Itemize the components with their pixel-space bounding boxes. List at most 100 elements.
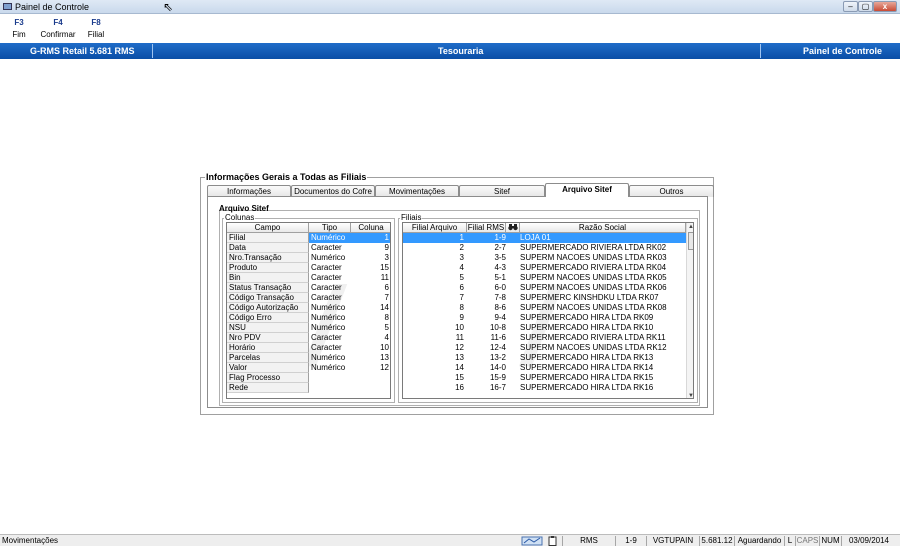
table-row[interactable]: 1 1-9 LOJA 01 bbox=[403, 233, 686, 243]
col-header-tipo[interactable]: Tipo bbox=[309, 223, 351, 233]
filial-rms-cell: 13-2 bbox=[489, 353, 506, 362]
campo-cell: Produto bbox=[227, 263, 309, 273]
table-row[interactable]: 9 9-4 SUPERMERCADO HIRA LTDA RK09 bbox=[403, 313, 686, 323]
f8-key-label: F8 bbox=[91, 18, 101, 27]
screen-name: Painel de Controle bbox=[803, 46, 883, 56]
tab-arquivo-sitef[interactable]: Arquivo Sitef bbox=[545, 183, 629, 197]
table-row[interactable]: 4 4-3 SUPERMERCADO RIVIERA LTDA RK04 bbox=[403, 263, 686, 273]
razao-social-cell: SUPERMERCADO HIRA LTDA RK15 bbox=[520, 373, 654, 382]
campo-cell: Nro PDV bbox=[227, 333, 309, 343]
tipo-cell: Numérico bbox=[311, 253, 346, 262]
campo-cell: Código Autorização bbox=[227, 303, 309, 313]
tipo-cell: Caracter bbox=[311, 273, 342, 282]
filial-arquivo-cell: 3 bbox=[459, 253, 464, 262]
campo-cell: Status Transação bbox=[227, 283, 309, 293]
clipboard-icon bbox=[545, 536, 559, 546]
status-module: RMS bbox=[562, 536, 615, 546]
table-row[interactable]: 5 5-1 SUPERM NACOES UNIDAS LTDA RK05 bbox=[403, 273, 686, 283]
col-header-campo[interactable]: Campo bbox=[227, 223, 309, 233]
campo-cell: Flag Processo bbox=[227, 373, 309, 383]
table-row[interactable]: 2 2-7 SUPERMERCADO RIVIERA LTDA RK02 bbox=[403, 243, 686, 253]
table-row[interactable]: 16 16-7 SUPERMERCADO HIRA LTDA RK16 bbox=[403, 383, 686, 393]
col-header-coluna[interactable]: Coluna bbox=[351, 223, 390, 233]
table-row[interactable]: Código Transação Caracter 7 bbox=[227, 293, 390, 303]
binoculars-search-icon[interactable] bbox=[506, 223, 520, 233]
campo-cell: NSU bbox=[227, 323, 309, 333]
col-header-filial-rms[interactable]: Filial RMS bbox=[467, 223, 506, 233]
table-row[interactable]: 10 10-8 SUPERMERCADO HIRA LTDA RK10 bbox=[403, 323, 686, 333]
campo-cell: Rede bbox=[227, 383, 309, 393]
table-row[interactable]: 11 11-6 SUPERMERCADO RIVIERA LTDA RK11 bbox=[403, 333, 686, 343]
product-name: G-RMS Retail 5.681 RMS bbox=[30, 46, 135, 56]
tipo-cell: Caracter bbox=[311, 283, 342, 292]
table-row[interactable]: Código Autorização Numérico 14 bbox=[227, 303, 390, 313]
table-row[interactable]: Flag Processo bbox=[227, 373, 390, 383]
col-header-razao-social[interactable]: Razão Social bbox=[520, 223, 686, 233]
tipo-cell: Numérico bbox=[311, 313, 346, 322]
table-row[interactable]: Rede bbox=[227, 383, 390, 393]
table-row[interactable]: 12 12-4 SUPERM NACOES UNIDAS LTDA RK12 bbox=[403, 343, 686, 353]
module-name: Tesouraria bbox=[438, 46, 484, 56]
status-state: Aguardando bbox=[734, 536, 784, 546]
table-row[interactable]: Filial Numérico 1 bbox=[227, 233, 390, 243]
table-row[interactable]: 8 8-6 SUPERM NACOES UNIDAS LTDA RK08 bbox=[403, 303, 686, 313]
filial-arquivo-cell: 7 bbox=[459, 293, 464, 302]
window-titlebar: Painel de Controle ⇖ – ▢ x bbox=[0, 0, 900, 14]
section-title: Arquivo Sitef bbox=[219, 204, 269, 213]
filial-arquivo-cell: 10 bbox=[455, 323, 464, 332]
filiais-label: Filiais bbox=[400, 213, 423, 222]
close-button[interactable]: x bbox=[873, 1, 897, 12]
table-row[interactable]: Bin Caracter 11 bbox=[227, 273, 390, 283]
table-row[interactable]: 6 6-0 SUPERM NACOES UNIDAS LTDA RK06 bbox=[403, 283, 686, 293]
table-row[interactable]: Nro PDV Caracter 4 bbox=[227, 333, 390, 343]
scroll-thumb[interactable] bbox=[688, 232, 693, 250]
campo-cell: Bin bbox=[227, 273, 309, 283]
f8-filial-button[interactable]: F8 Filial bbox=[71, 18, 121, 39]
network-icon bbox=[519, 536, 544, 546]
filial-rms-cell: 10-8 bbox=[489, 323, 506, 332]
colunas-label: Colunas bbox=[224, 213, 256, 222]
minimize-button[interactable]: – bbox=[843, 1, 858, 12]
table-row[interactable]: 13 13-2 SUPERMERCADO HIRA LTDA RK13 bbox=[403, 353, 686, 363]
filial-rms-cell: 11-6 bbox=[490, 333, 506, 342]
table-row[interactable]: NSU Numérico 5 bbox=[227, 323, 390, 333]
tipo-cell: Numérico bbox=[311, 323, 346, 332]
filial-arquivo-cell: 1 bbox=[459, 233, 464, 242]
filiais-vertical-scrollbar[interactable]: ▲ ▼ bbox=[686, 223, 693, 398]
filial-arquivo-cell: 16 bbox=[455, 383, 464, 392]
header-band: G-RMS Retail 5.681 RMS Tesouraria Painel… bbox=[0, 43, 900, 59]
scroll-up-arrow-icon[interactable]: ▲ bbox=[687, 224, 693, 230]
table-row[interactable]: Nro.Transação Numérico 3 bbox=[227, 253, 390, 263]
filiais-table: / Filial Arquivo Filial RMS Razão Social… bbox=[402, 222, 694, 399]
status-num: NUM bbox=[819, 536, 841, 546]
status-message: Movimentações bbox=[2, 536, 59, 545]
filial-arquivo-cell: 15 bbox=[455, 373, 464, 382]
maximize-button[interactable]: ▢ bbox=[858, 1, 873, 12]
campo-cell: Valor bbox=[227, 363, 309, 373]
tipo-cell bbox=[309, 373, 351, 383]
table-row[interactable]: Parcelas Numérico 13 bbox=[227, 353, 390, 363]
mouse-cursor-icon: ⇖ bbox=[163, 0, 174, 14]
table-row[interactable]: 7 7-8 SUPERMERC KINSHDKU LTDA RK07 bbox=[403, 293, 686, 303]
razao-social-cell: SUPERMERCADO HIRA LTDA RK14 bbox=[520, 363, 654, 372]
table-row[interactable]: Data Caracter 9 bbox=[227, 243, 390, 253]
campo-cell: Nro.Transação bbox=[227, 253, 309, 263]
table-row[interactable]: Produto Caracter 15 bbox=[227, 263, 390, 273]
table-row[interactable]: 3 3-5 SUPERM NACOES UNIDAS LTDA RK03 bbox=[403, 253, 686, 263]
coluna-cell: 15 bbox=[380, 263, 389, 272]
razao-social-cell: SUPERMERCADO HIRA LTDA RK10 bbox=[520, 323, 654, 332]
table-row[interactable]: Código Erro Numérico 8 bbox=[227, 313, 390, 323]
col-header-filial-arquivo[interactable]: Filial Arquivo bbox=[403, 223, 467, 233]
status-version: 5.681.12 bbox=[699, 536, 734, 546]
table-row[interactable]: Status Transação Caracter 6 bbox=[227, 283, 390, 293]
table-row[interactable]: 14 14-0 SUPERMERCADO HIRA LTDA RK14 bbox=[403, 363, 686, 373]
filial-arquivo-cell: 11 bbox=[455, 333, 464, 342]
coluna-cell: 9 bbox=[384, 243, 389, 252]
scroll-down-arrow-icon[interactable]: ▼ bbox=[687, 393, 693, 398]
status-bar: Movimentações RMS 1-9 VGTUPAIN 5.681.12 … bbox=[0, 534, 900, 546]
table-row[interactable]: Horário Caracter 10 bbox=[227, 343, 390, 353]
coluna-cell: 4 bbox=[384, 333, 389, 342]
table-row[interactable]: Valor Numérico 12 bbox=[227, 363, 390, 373]
table-row[interactable]: 15 15-9 SUPERMERCADO HIRA LTDA RK15 bbox=[403, 373, 686, 383]
filial-rms-cell: 7-8 bbox=[494, 293, 506, 302]
